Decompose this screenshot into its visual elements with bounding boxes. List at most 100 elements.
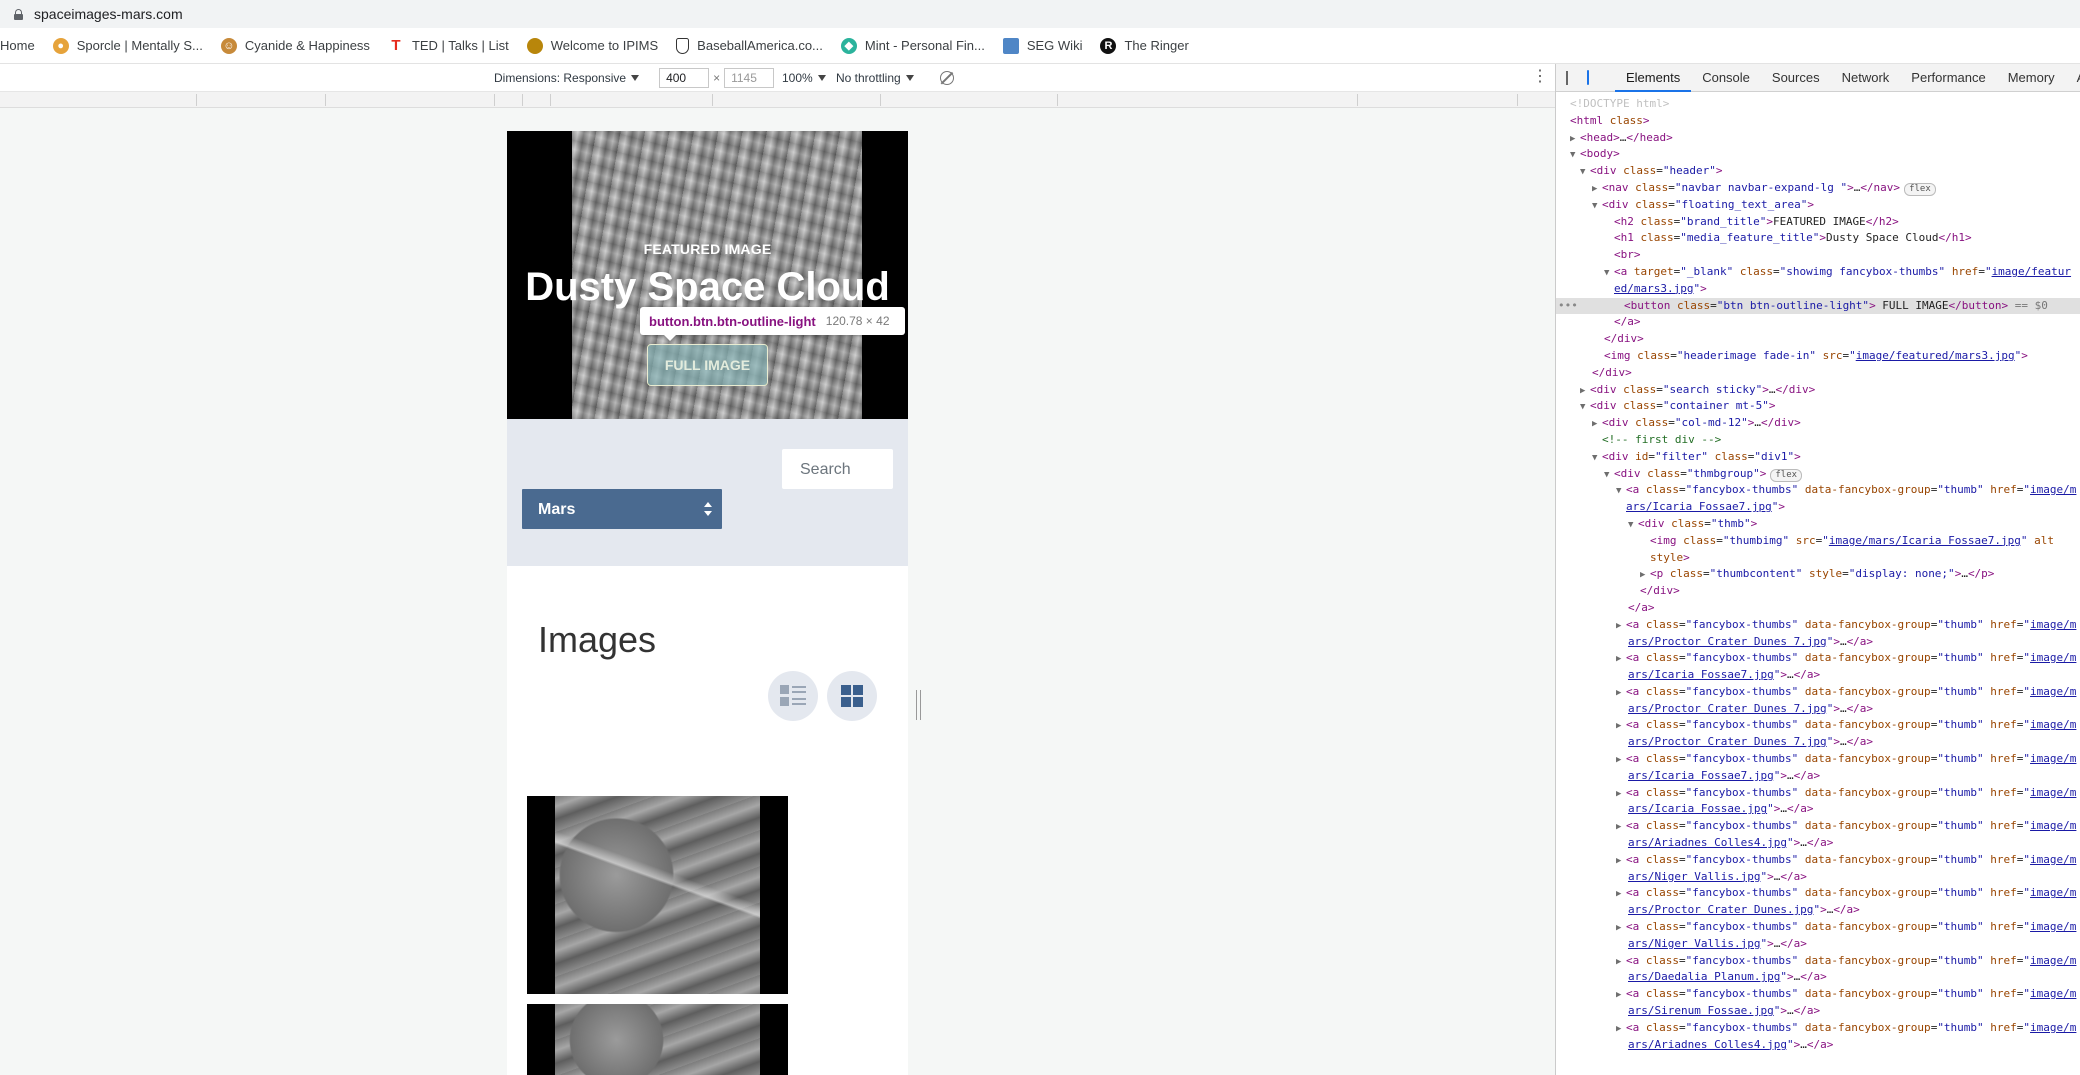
dom-node[interactable]: ▶ <a class="fancybox-thumbs" data-fancybo… xyxy=(1556,717,2080,734)
dom-node[interactable]: ▼ <div class="header"> xyxy=(1556,163,2080,180)
dom-node[interactable]: ars/Icaria Fossae7.jpg">…</a> xyxy=(1556,768,2080,785)
dom-node[interactable]: ▶ <head>…</head> xyxy=(1556,130,2080,147)
bookmark-seg-wiki[interactable]: SEG Wiki xyxy=(1002,37,1082,54)
more-options-icon[interactable]: ⋮ xyxy=(1532,69,1548,85)
bookmark-home[interactable]: Home xyxy=(0,38,35,53)
bookmark-the-ringer[interactable]: R The Ringer xyxy=(1100,37,1189,54)
dom-node[interactable]: <h1 class="media_feature_title">Dusty Sp… xyxy=(1556,230,2080,247)
dom-node[interactable]: ▶ <a class="fancybox-thumbs" data-fancybo… xyxy=(1556,617,2080,634)
list-view-button[interactable] xyxy=(768,671,818,721)
dom-node[interactable]: ▼ <div class="container mt-5"> xyxy=(1556,398,2080,415)
dom-node[interactable]: ars/Icaria Fossae.jpg">…</a> xyxy=(1556,801,2080,818)
dom-node[interactable]: ars/Niger Vallis.jpg">…</a> xyxy=(1556,869,2080,886)
dom-node[interactable]: ▼ <div id="filter" class="div1"> xyxy=(1556,449,2080,466)
dom-node[interactable]: </a> xyxy=(1556,600,2080,617)
dom-node[interactable]: ▶ <a class="fancybox-thumbs" data-fancybo… xyxy=(1556,919,2080,936)
dom-node[interactable]: ▶ <a class="fancybox-thumbs" data-fancybo… xyxy=(1556,785,2080,802)
dom-node[interactable]: </div> xyxy=(1556,331,2080,348)
bookmark-baseballamerica[interactable]: BaseballAmerica.co... xyxy=(676,37,823,54)
dom-node[interactable]: <html class> xyxy=(1556,113,2080,130)
tab-network[interactable]: Network xyxy=(1831,64,1901,92)
device-toggle-icon[interactable] xyxy=(1587,70,1589,85)
dom-node[interactable]: ▶ <p class="thumbcontent" style="display:… xyxy=(1556,566,2080,583)
planet-select[interactable]: Mars xyxy=(522,489,722,529)
zoom-dropdown[interactable]: 100% xyxy=(782,71,826,85)
dom-node[interactable]: <h2 class="brand_title">FEATURED IMAGE</… xyxy=(1556,214,2080,231)
dom-node[interactable]: style> xyxy=(1556,550,2080,567)
bookmark-ipims[interactable]: Welcome to IPIMS xyxy=(526,37,658,54)
tab-application[interactable]: Ap xyxy=(2066,64,2080,92)
tab-console[interactable]: Console xyxy=(1691,64,1761,92)
bookmark-cyanide[interactable]: ☺ Cyanide & Happiness xyxy=(220,37,370,54)
dom-node[interactable]: ars/Daedalia Planum.jpg">…</a> xyxy=(1556,969,2080,986)
bookmark-ted[interactable]: T TED | Talks | List xyxy=(388,37,508,54)
dom-node[interactable]: ars/Icaria Fossae7.jpg">…</a> xyxy=(1556,667,2080,684)
bookmark-sporcle[interactable]: ● Sporcle | Mentally S... xyxy=(52,37,203,54)
tab-elements[interactable]: Elements xyxy=(1615,64,1692,92)
dom-node[interactable]: <br> xyxy=(1556,247,2080,264)
dom-node[interactable]: ▼ <div class="thmbgroup"> flex xyxy=(1556,466,2080,483)
dom-node[interactable]: ▼ <body> xyxy=(1556,146,2080,163)
ipims-icon xyxy=(526,37,543,54)
dom-node[interactable]: ▶ <a class="fancybox-thumbs" data-fancybo… xyxy=(1556,751,2080,768)
dom-node[interactable]: ▶ <a class="fancybox-thumbs" data-fancybo… xyxy=(1556,986,2080,1003)
dom-node[interactable]: ars/Icaria Fossae7.jpg"> xyxy=(1556,499,2080,516)
bookmark-mint[interactable]: ◆ Mint - Personal Fin... xyxy=(840,37,985,54)
dom-node[interactable]: ars/Proctor Crater Dunes 7.jpg">…</a> xyxy=(1556,734,2080,751)
elements-tree[interactable]: <!DOCTYPE html> <html class> ▶ <head>…</h… xyxy=(1556,92,2080,1053)
dom-node[interactable]: <!-- first div --> xyxy=(1556,432,2080,449)
throttling-dropdown[interactable]: No throttling xyxy=(836,71,914,85)
grid-view-button[interactable] xyxy=(827,671,877,721)
bookmark-label: BaseballAmerica.co... xyxy=(697,38,823,53)
dom-node[interactable]: ▶ <div class="col-md-12">…</div> xyxy=(1556,415,2080,432)
dom-node[interactable]: ▶ <a class="fancybox-thumbs" data-fancybo… xyxy=(1556,1020,2080,1037)
dom-node[interactable]: ed/mars3.jpg"> xyxy=(1556,281,2080,298)
dimensions-dropdown[interactable]: Dimensions: Responsive xyxy=(494,71,640,85)
thumbnail-image[interactable] xyxy=(527,796,788,994)
address-bar[interactable]: spaceimages-mars.com xyxy=(0,0,2080,28)
height-input[interactable]: 1145 xyxy=(724,67,775,88)
dom-node[interactable]: ▼ <div class="thmb"> xyxy=(1556,516,2080,533)
list-view-icon xyxy=(780,685,806,707)
dom-node[interactable]: ▼ <div class="floating_text_area"> xyxy=(1556,197,2080,214)
throttling-label: No throttling xyxy=(836,70,901,85)
inspect-element-icon[interactable] xyxy=(1566,70,1568,85)
dom-node[interactable]: </div> xyxy=(1556,365,2080,382)
dom-node[interactable]: ars/Sirenum Fossae.jpg">…</a> xyxy=(1556,1003,2080,1020)
thumbnail-image[interactable] xyxy=(527,1004,788,1075)
dom-node[interactable]: ▼ <a class="fancybox-thumbs" data-fancybo… xyxy=(1556,482,2080,499)
dom-node[interactable]: ars/Ariadnes Colles4.jpg">…</a> xyxy=(1556,1037,2080,1054)
dom-node[interactable]: ▶ <a class="fancybox-thumbs" data-fancybo… xyxy=(1556,852,2080,869)
rotate-icon[interactable] xyxy=(940,71,954,85)
dom-node[interactable]: ▶ <a class="fancybox-thumbs" data-fancybo… xyxy=(1556,650,2080,667)
dom-node[interactable]: ▶ <a class="fancybox-thumbs" data-fancybo… xyxy=(1556,684,2080,701)
dom-node[interactable]: ars/Ariadnes Colles4.jpg">…</a> xyxy=(1556,835,2080,852)
dom-node[interactable]: ars/Niger Vallis.jpg">…</a> xyxy=(1556,936,2080,953)
tab-memory[interactable]: Memory xyxy=(1997,64,2066,92)
search-input[interactable]: Search xyxy=(782,449,893,489)
full-image-button[interactable]: FULL IMAGE xyxy=(647,344,768,386)
width-input[interactable]: 400 xyxy=(659,67,710,88)
devtools-panel: Elements Console Sources Network Perform… xyxy=(1555,64,2080,1075)
media-query-ruler[interactable] xyxy=(0,92,1555,108)
dom-node[interactable]: ars/Proctor Crater Dunes.jpg">…</a> xyxy=(1556,902,2080,919)
dom-node[interactable]: ▼ <a target="_blank" class="showimg fancy… xyxy=(1556,264,2080,281)
dom-node-selected[interactable]: ••• <button class="btn btn-outline-light"… xyxy=(1556,297,2080,315)
seg-icon xyxy=(1002,37,1019,54)
dom-node[interactable]: </div> xyxy=(1556,583,2080,600)
tab-sources[interactable]: Sources xyxy=(1761,64,1831,92)
tab-performance[interactable]: Performance xyxy=(1900,64,1996,92)
dom-node[interactable]: ▶ <a class="fancybox-thumbs" data-fancybo… xyxy=(1556,818,2080,835)
dom-node[interactable]: ▶ <div class="search sticky">…</div> xyxy=(1556,382,2080,399)
dom-node[interactable]: </a> xyxy=(1556,314,2080,331)
dom-node[interactable]: ars/Proctor Crater Dunes 7.jpg">…</a> xyxy=(1556,701,2080,718)
dom-node[interactable]: <img class="headerimage fade-in" src="im… xyxy=(1556,348,2080,365)
dom-node[interactable]: <img class="thumbimg" src="image/mars/Ic… xyxy=(1556,533,2080,550)
dom-node[interactable]: ▶ <nav class="navbar navbar-expand-lg ">…… xyxy=(1556,180,2080,197)
dom-node[interactable]: ars/Proctor Crater Dunes 7.jpg">…</a> xyxy=(1556,634,2080,651)
dom-node[interactable]: ▶ <a class="fancybox-thumbs" data-fancybo… xyxy=(1556,953,2080,970)
url-text[interactable]: spaceimages-mars.com xyxy=(34,6,183,22)
dom-node[interactable]: ▶ <a class="fancybox-thumbs" data-fancybo… xyxy=(1556,885,2080,902)
viewport-resize-handle[interactable] xyxy=(916,690,921,720)
dom-node[interactable]: <!DOCTYPE html> xyxy=(1556,96,2080,113)
